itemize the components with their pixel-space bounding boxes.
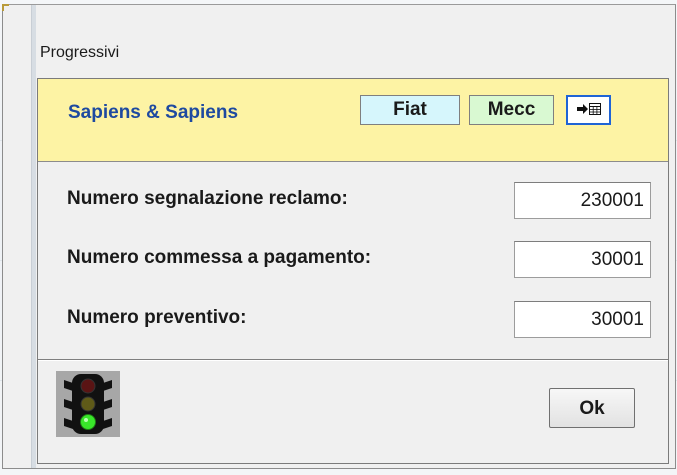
commessa-label: Numero commessa a pagamento: (67, 247, 372, 268)
form-row-segnalazione: Numero segnalazione reclamo: (38, 178, 668, 222)
mecc-badge[interactable]: Mecc (469, 95, 554, 125)
window-titlebar[interactable]: Progressivi (3, 5, 675, 83)
preventivo-label: Numero preventivo: (67, 307, 247, 328)
export-to-table-icon (576, 102, 601, 115)
commessa-pagamento-input[interactable] (514, 241, 651, 278)
ok-button[interactable]: Ok (549, 388, 635, 428)
company-name: Sapiens & Sapiens (68, 102, 239, 123)
traffic-light-icon (56, 371, 120, 437)
progressivi-window: Progressivi Sapiens & Sapiens Fiat Mecc … (2, 4, 676, 469)
progressivi-dialog: Sapiens & Sapiens Fiat Mecc Numero segna… (37, 78, 669, 464)
form-row-commessa: Numero commessa a pagamento: (38, 237, 668, 281)
form-row-preventivo: Numero preventivo: (38, 297, 668, 341)
window-title: Progressivi (40, 44, 120, 61)
segnalazione-label: Numero segnalazione reclamo: (67, 188, 348, 209)
fiat-badge[interactable]: Fiat (360, 95, 460, 125)
segnalazione-reclamo-input[interactable] (514, 182, 651, 219)
footer-divider (38, 359, 668, 361)
header-panel: Sapiens & Sapiens Fiat Mecc (38, 79, 668, 162)
export-button[interactable] (566, 95, 611, 125)
preventivo-input[interactable] (514, 301, 651, 338)
